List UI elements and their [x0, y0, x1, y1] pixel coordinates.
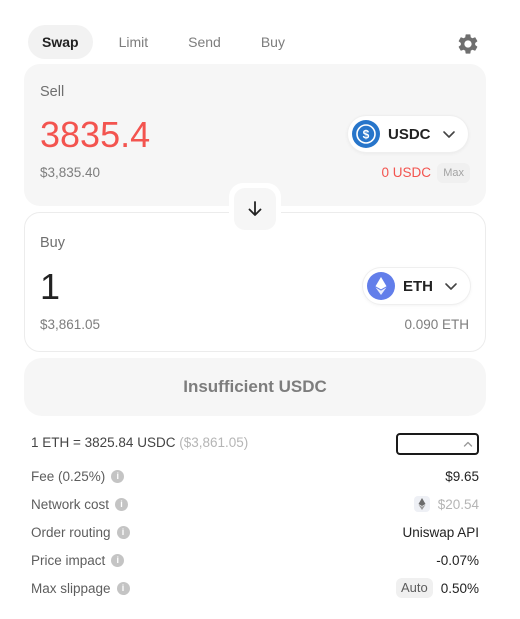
sell-token-symbol: USDC [388, 125, 431, 143]
sell-usd-value: $3,835.40 [40, 165, 101, 180]
order-routing-value: Uniswap API [402, 524, 479, 540]
buy-amount-input[interactable]: 1 [40, 267, 60, 307]
tab-limit[interactable]: Limit [105, 25, 163, 59]
arrow-down-icon [248, 201, 262, 216]
network-cost-value: $20.54 [437, 496, 479, 512]
buy-usd-value: $3,861.05 [40, 317, 101, 332]
auto-slippage-badge[interactable]: Auto [395, 578, 433, 598]
buy-token-selector[interactable]: ETH [363, 268, 470, 304]
details-toggle[interactable] [396, 433, 479, 455]
tab-send[interactable]: Send [174, 25, 235, 59]
sell-balance: 0 USDC [381, 165, 431, 180]
buy-label: Buy [40, 235, 65, 251]
chevron-up-icon [463, 441, 473, 447]
max-slippage-row: Max slippage i Auto 0.50% [31, 578, 479, 598]
max-slippage-label: Max slippage [31, 580, 111, 596]
price-impact-row: Price impact i -0.07% [31, 550, 479, 570]
gear-icon[interactable] [456, 32, 480, 56]
sell-label: Sell [40, 84, 65, 100]
switch-tokens-button[interactable] [229, 183, 281, 235]
info-icon[interactable]: i [111, 553, 125, 567]
network-cost-label: Network cost [31, 496, 110, 512]
price-impact-label: Price impact [31, 552, 106, 568]
max-button[interactable]: Max [437, 163, 470, 183]
order-routing-row: Order routing i Uniswap API [31, 522, 479, 542]
swap-tabs: Swap Limit Send Buy [28, 25, 311, 59]
buy-token-symbol: ETH [403, 277, 433, 295]
network-cost-row: Network cost i $20.54 [31, 494, 479, 514]
switch-tokens-inner [234, 188, 276, 230]
usdc-icon: $ [352, 120, 380, 148]
fee-label: Fee (0.25%) [31, 468, 106, 484]
buy-balance: 0.090 ETH [404, 317, 469, 332]
tab-buy[interactable]: Buy [247, 25, 299, 59]
exchange-rate-text: 1 ETH = 3825.84 USDC [31, 435, 176, 450]
price-impact-value: -0.07% [436, 552, 479, 568]
eth-icon [367, 272, 395, 300]
fee-row: Fee (0.25%) i $9.65 [31, 466, 479, 486]
info-icon[interactable]: i [115, 497, 129, 511]
exchange-rate-usd: ($3,861.05) [179, 435, 249, 450]
chevron-down-icon [445, 283, 457, 290]
fee-value: $9.65 [445, 468, 479, 484]
sell-amount-input[interactable]: 3835.4 [40, 115, 150, 155]
info-icon[interactable]: i [116, 525, 130, 539]
info-icon[interactable]: i [116, 581, 130, 595]
order-routing-label: Order routing [31, 524, 111, 540]
sell-token-selector[interactable]: $ USDC [348, 116, 468, 152]
eth-network-icon [413, 496, 430, 512]
exchange-rate[interactable]: 1 ETH = 3825.84 USDC ($3,861.05) [31, 435, 248, 450]
chevron-down-icon [443, 131, 455, 138]
tab-swap[interactable]: Swap [28, 25, 93, 59]
max-slippage-value: 0.50% [440, 580, 479, 596]
info-icon[interactable]: i [111, 469, 125, 483]
insufficient-balance-button[interactable]: Insufficient USDC [24, 358, 486, 416]
svg-text:$: $ [363, 128, 370, 142]
